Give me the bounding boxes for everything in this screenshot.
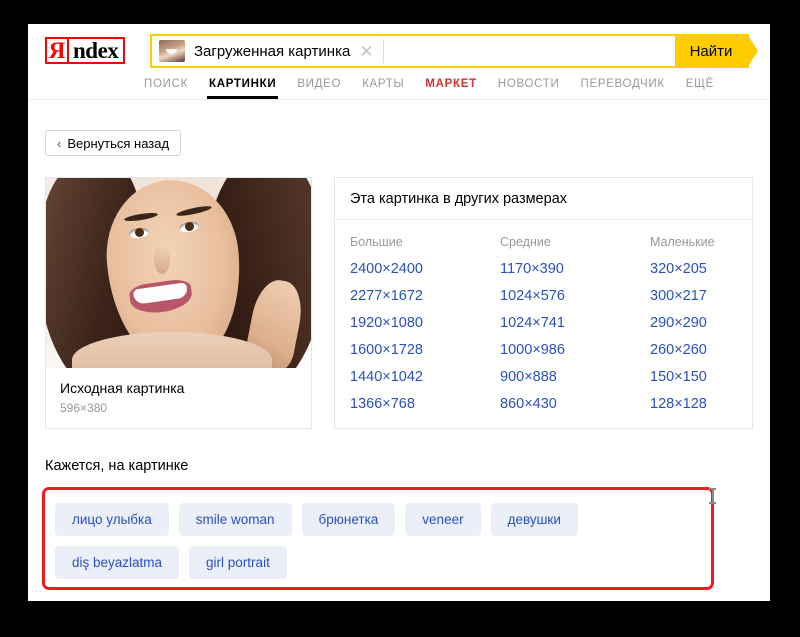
size-link[interactable]: 1600×1728 xyxy=(350,342,500,358)
size-link[interactable]: 1024×741 xyxy=(500,315,650,331)
tab-kartinki[interactable]: КАРТИНКИ xyxy=(206,78,279,99)
size-link[interactable]: 320×205 xyxy=(650,261,715,277)
size-link[interactable]: 1000×986 xyxy=(500,342,650,358)
size-link[interactable]: 260×260 xyxy=(650,342,715,358)
sizes-column-small-head: Маленькие xyxy=(650,235,715,249)
other-sizes-columns: Большие 2400×2400 2277×1672 1920×1080 16… xyxy=(335,220,752,423)
screenshot-frame: Я ndex Загруженная картинка ✕ Найти ПОИС… xyxy=(0,0,800,637)
tag-chip[interactable]: diş beyazlatma xyxy=(55,546,180,579)
size-link[interactable]: 150×150 xyxy=(650,369,715,385)
source-image-photo[interactable] xyxy=(46,178,311,368)
yandex-logo[interactable]: Я ndex xyxy=(45,37,126,64)
logo-ya-letter: Я xyxy=(45,37,69,64)
uploaded-image-thumbnail-icon xyxy=(159,40,185,62)
size-link[interactable]: 1170×390 xyxy=(500,261,650,277)
size-link[interactable]: 860×430 xyxy=(500,396,650,412)
other-sizes-panel: Эта картинка в других размерах Большие 2… xyxy=(334,177,753,429)
tag-chip[interactable]: брюнетка xyxy=(301,503,396,536)
search-divider xyxy=(382,39,384,63)
tag-chip[interactable]: лицо улыбка xyxy=(55,503,169,536)
size-link[interactable]: 1366×768 xyxy=(350,396,500,412)
tag-chip[interactable]: girl portrait xyxy=(189,546,287,579)
sizes-column-large-head: Большие xyxy=(350,235,403,249)
tab-poisk[interactable]: ПОИСК xyxy=(144,78,188,99)
size-link[interactable]: 2277×1672 xyxy=(350,288,500,304)
tab-video[interactable]: ВИДЕО xyxy=(297,78,341,99)
tag-chip[interactable]: veneer xyxy=(405,503,481,536)
size-link[interactable]: 1024×576 xyxy=(500,288,650,304)
search-input-value: Загруженная картинка xyxy=(194,42,351,60)
other-sizes-title: Эта картинка в других размерах xyxy=(335,178,752,220)
size-link[interactable]: 128×128 xyxy=(650,396,715,412)
back-button[interactable]: ‹ Вернуться назад xyxy=(45,130,182,156)
logo-ndex-letters: ndex xyxy=(67,37,126,64)
sizes-column-medium: Средние 1170×390 1024×576 1024×741 1000×… xyxy=(500,235,650,423)
page-header: Я ndex Загруженная картинка ✕ Найти ПОИС… xyxy=(28,24,770,100)
source-image-caption: Исходная картинка 596×380 xyxy=(46,368,311,415)
tab-novosti[interactable]: НОВОСТИ xyxy=(498,78,560,99)
back-button-label: Вернуться назад xyxy=(67,135,170,151)
main-panels: Исходная картинка 596×380 Эта картинка в… xyxy=(45,177,753,429)
source-image-dimensions: 596×380 xyxy=(60,401,108,415)
search-input[interactable]: Загруженная картинка ✕ xyxy=(150,34,675,68)
tags-list: лицо улыбка smile woman брюнетка veneer … xyxy=(45,490,711,587)
size-link[interactable]: 900×888 xyxy=(500,369,650,385)
tab-karty[interactable]: КАРТЫ xyxy=(362,78,404,99)
size-link[interactable]: 290×290 xyxy=(650,315,715,331)
header-divider xyxy=(28,99,770,100)
tab-market[interactable]: МАРКЕТ xyxy=(425,78,476,99)
size-link[interactable]: 1440×1042 xyxy=(350,369,500,385)
tab-eshe[interactable]: ЕЩЁ xyxy=(686,78,714,99)
size-link[interactable]: 2400×2400 xyxy=(350,261,500,277)
tag-chip[interactable]: smile woman xyxy=(178,503,292,536)
size-link[interactable]: 1920×1080 xyxy=(350,315,500,331)
tags-highlight-box: лицо улыбка smile woman брюнетка veneer … xyxy=(42,487,714,590)
tag-chip[interactable]: девушки xyxy=(490,503,578,536)
service-tabs: ПОИСК КАРТИНКИ ВИДЕО КАРТЫ МАРКЕТ НОВОСТ… xyxy=(144,78,714,99)
source-image-card[interactable]: Исходная картинка 596×380 xyxy=(45,177,312,429)
source-image-title: Исходная картинка xyxy=(60,380,185,396)
size-link[interactable]: 300×217 xyxy=(650,288,715,304)
sizes-column-medium-head: Средние xyxy=(500,235,551,249)
clear-icon[interactable]: ✕ xyxy=(359,43,373,60)
tags-section-label: Кажется, на картинке xyxy=(45,458,189,474)
search-bar: Загруженная картинка ✕ Найти xyxy=(150,34,758,68)
browser-content: Я ndex Загруженная картинка ✕ Найти ПОИС… xyxy=(28,24,770,601)
sizes-column-small: Маленькие 320×205 300×217 290×290 260×26… xyxy=(650,235,715,423)
sizes-column-large: Большие 2400×2400 2277×1672 1920×1080 16… xyxy=(350,235,500,423)
search-submit-button[interactable]: Найти xyxy=(675,34,758,68)
tab-perevodchik[interactable]: ПЕРЕВОДЧИК xyxy=(580,78,664,99)
chevron-left-icon: ‹ xyxy=(57,135,62,151)
